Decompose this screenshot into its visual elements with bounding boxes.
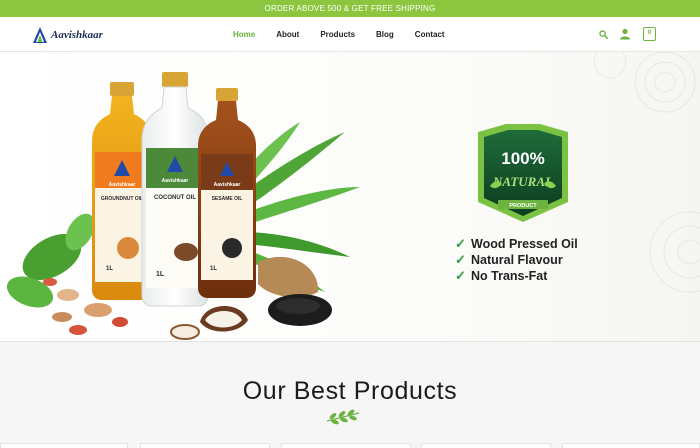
benefit-item: ✓ Wood Pressed Oil [455,236,578,252]
search-icon[interactable] [599,30,608,39]
user-icon[interactable] [619,28,631,40]
nav-blog[interactable]: Blog [376,30,394,39]
bottle3-size: 1L [210,266,217,272]
bottle2-size: 1L [156,271,165,278]
nav-products[interactable]: Products [320,30,355,39]
checkmark-icon: ✓ [455,236,466,251]
badge-natural: NATURAL [492,174,553,189]
promo-bar: ORDER ABOVE 500 & GET FREE SHIPPING [0,0,700,17]
product-card[interactable] [281,443,411,448]
checkmark-icon: ✓ [455,268,466,283]
site-logo[interactable]: Aavishkaar [32,25,103,45]
bottle3-name: SESAME OIL [212,196,243,202]
badge-product: PRODUCT [509,203,537,209]
natural-badge: 100% NATURAL PRODUCT [478,124,568,222]
product-card[interactable] [0,443,128,448]
benefit-item: ✓ Natural Flavour [455,252,578,268]
section-title: Our Best Products [242,377,458,405]
coconut-pieces [170,305,248,340]
product-card[interactable] [421,443,551,448]
cart-icon[interactable]: 0 [643,27,656,41]
product-card[interactable] [562,443,700,448]
promo-text: ORDER ABOVE 500 & GET FREE SHIPPING [264,4,436,13]
checkmark-icon: ✓ [455,252,466,267]
bottle1-name: GROUNDNUT OIL [101,196,143,202]
sesame-sack [258,256,332,326]
benefit-text: No Trans-Fat [471,269,548,283]
logo-text: Aavishkaar [51,29,103,41]
logo-mark-icon [33,27,47,43]
hero-banner: Aavishkaar GROUNDNUT OIL 1L Aavishkaar C… [0,52,700,342]
bottle3-brand: Aavishkaar [214,182,241,188]
badge-percent: 100% [501,149,544,168]
nav-home[interactable]: Home [233,30,255,39]
benefit-text: Natural Flavour [471,253,563,267]
nav-contact[interactable]: Contact [415,30,445,39]
groundnut-leaves [6,213,95,308]
benefit-list: ✓ Wood Pressed Oil ✓ Natural Flavour ✓ N… [455,236,578,284]
cart-count: 0 [647,30,652,36]
product-card[interactable] [140,443,270,448]
hero-artwork: Aavishkaar GROUNDNUT OIL 1L Aavishkaar C… [6,52,700,340]
nav-about[interactable]: About [276,30,299,39]
benefit-item: ✓ No Trans-Fat [455,268,578,284]
mandala-decoration [593,52,700,293]
leaf-divider-icon [326,409,360,425]
main-nav: Home About Products Blog Contact [233,17,445,52]
bottle2-name: COCONUT OIL [154,195,196,201]
site-header: Aavishkaar Home About Products Blog Cont… [0,17,700,52]
bottle1-size: 1L [106,266,113,272]
benefit-text: Wood Pressed Oil [471,237,578,251]
bottle-sesame: Aavishkaar SESAME OIL 1L [198,88,256,298]
bottle1-brand: Aavishkaar [109,182,136,188]
bottle2-brand: Aavishkaar [162,178,189,184]
